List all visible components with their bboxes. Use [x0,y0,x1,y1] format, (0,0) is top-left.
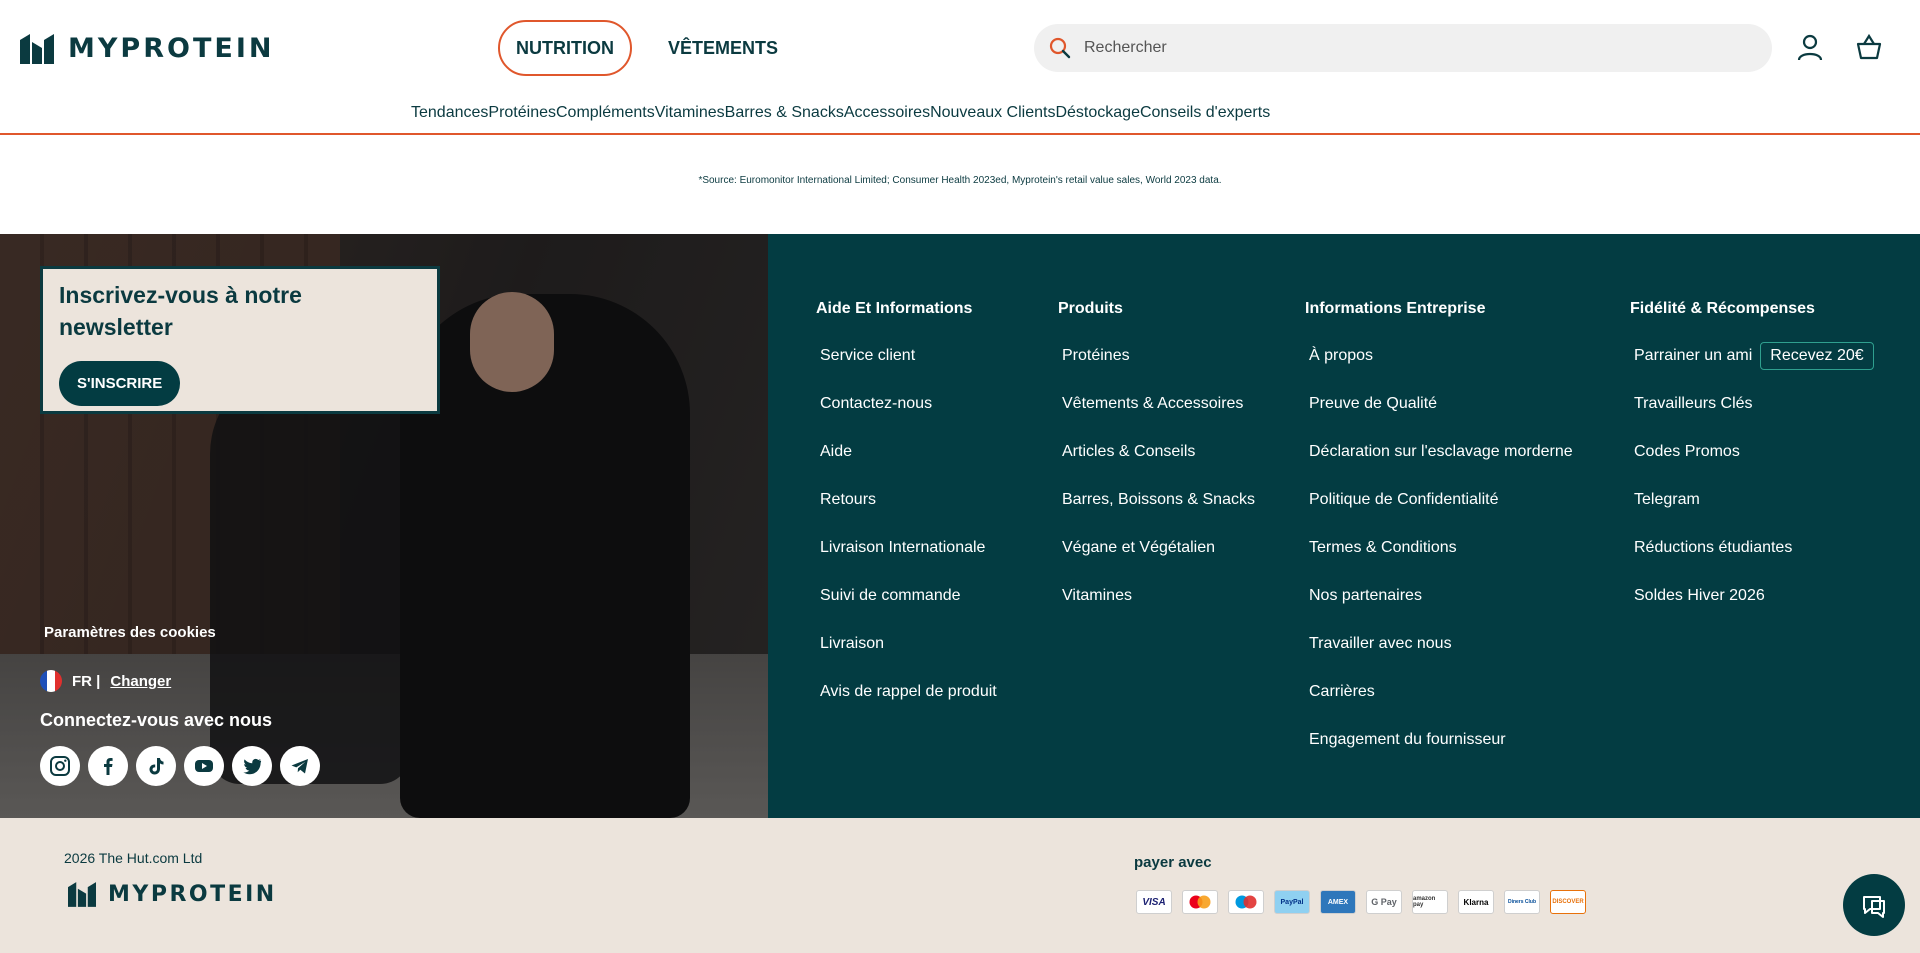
footer-link[interactable]: Végane et Végétalien [1058,524,1255,572]
site-header: MYPROTEIN NUTRITION VÊTEMENTS Tendances … [0,0,1920,135]
myprotein-logo[interactable]: MYPROTEIN [20,33,274,64]
footer-link[interactable]: Retours [816,476,997,524]
logo-mark-icon [68,882,96,907]
footer-bottom: 2026 The Hut.com Ltd MYPROTEIN payer ave… [0,818,1920,953]
footer-link[interactable]: Contactez-nous [816,380,997,428]
footer-link[interactable]: Travailler avec nous [1305,620,1573,668]
referral-badge[interactable]: Recevez 20€ [1760,342,1874,370]
footer-col-loyalty: Fidélité & Récompenses Parrainer un ami … [1630,300,1874,620]
tab-vetements[interactable]: VÊTEMENTS [650,20,796,76]
footer-link[interactable]: Protéines [1058,332,1255,380]
locale-code: FR | [72,672,101,690]
logo-text: MYPROTEIN [68,33,275,64]
nav-item-destockage[interactable]: Déstockage [1055,104,1140,122]
amazon-pay-icon: amazon pay [1412,890,1448,914]
search-icon [1049,37,1071,59]
newsletter-box: Inscrivez-vous à notre newsletter S'INSC… [40,266,440,414]
footer-col-company: Informations Entreprise À propos Preuve … [1305,300,1573,764]
payment-methods: VISA PayPal AMEX G Pay amazon pay Klarna… [1136,890,1586,914]
diners-club-icon: Diners Club [1504,890,1540,914]
chat-help-button[interactable] [1843,874,1905,936]
runners-photo: Inscrivez-vous à notre newsletter S'INSC… [0,234,768,818]
footer-link[interactable]: Telegram [1630,476,1874,524]
footer-link[interactable]: Vitamines [1058,572,1255,620]
nav-item-tendances[interactable]: Tendances [411,104,488,122]
footer-link[interactable]: Nos partenaires [1305,572,1573,620]
footer-col-title: Produits [1058,300,1123,317]
footer-link[interactable]: Codes Promos [1630,428,1874,476]
chat-icon [1863,896,1885,918]
nav-item-vitamines[interactable]: Vitamines [655,104,725,122]
footer-link[interactable]: Vêtements & Accessoires [1058,380,1255,428]
newsletter-title: Inscrivez-vous à notre newsletter [59,282,302,340]
youtube-icon[interactable] [184,746,224,786]
discover-icon: DISCOVER [1550,890,1586,914]
nav-item-proteines[interactable]: Protéines [488,104,556,122]
footer-col-title: Aide Et Informations [816,300,973,317]
tiktok-icon[interactable] [136,746,176,786]
amex-icon: AMEX [1320,890,1356,914]
top-tabs: NUTRITION VÊTEMENTS [498,20,796,76]
social-links [40,746,320,786]
nav-item-complements[interactable]: Compléments [556,104,655,122]
subscribe-button[interactable]: S'INSCRIRE [59,361,181,406]
footer-link[interactable]: Parrainer un ami [1634,347,1752,365]
france-flag-icon [40,670,62,692]
footer-col-title: Fidélité & Récompenses [1630,300,1815,317]
account-icon[interactable] [1795,32,1825,62]
footer-link-referral[interactable]: Parrainer un ami Recevez 20€ [1630,332,1874,380]
footer-link[interactable]: Articles & Conseils [1058,428,1255,476]
nav-item-conseils-experts[interactable]: Conseils d'experts [1140,104,1270,122]
basket-icon[interactable] [1854,32,1884,62]
nav-item-nouveaux-clients[interactable]: Nouveaux Clients [930,104,1055,122]
klarna-icon: Klarna [1458,890,1494,914]
footer-link[interactable]: Travailleurs Clés [1630,380,1874,428]
telegram-icon[interactable] [280,746,320,786]
footer-link[interactable]: Preuve de Qualité [1305,380,1573,428]
footer-link[interactable]: Termes & Conditions [1305,524,1573,572]
instagram-icon[interactable] [40,746,80,786]
footer-link[interactable]: Aide [816,428,997,476]
mastercard-icon [1182,890,1218,914]
footer-col-products: Produits Protéines Vêtements & Accessoir… [1058,300,1255,620]
cookie-settings-link[interactable]: Paramètres des cookies [44,624,216,641]
change-locale-link[interactable]: Changer [110,673,171,690]
copyright: 2026 The Hut.com Ltd [64,850,203,866]
footer-link[interactable]: Livraison Internationale [816,524,997,572]
footer-link[interactable]: Politique de Confidentialité [1305,476,1573,524]
footer-col-title: Informations Entreprise [1305,300,1486,317]
footer-link[interactable]: Suivi de commande [816,572,997,620]
logo-text: MYPROTEIN [108,882,277,907]
footer-link[interactable]: Engagement du fournisseur [1305,716,1573,764]
tab-nutrition[interactable]: NUTRITION [498,20,632,76]
visa-icon: VISA [1136,890,1172,914]
twitter-icon[interactable] [232,746,272,786]
footer-link[interactable]: Avis de rappel de produit [816,668,997,716]
locale-selector: FR | Changer [40,670,171,692]
footer-main: Inscrivez-vous à notre newsletter S'INSC… [0,234,1920,818]
paypal-icon: PayPal [1274,890,1310,914]
footer-link[interactable]: Réductions étudiantes [1630,524,1874,572]
footer-col-help: Aide Et Informations Service client Cont… [816,300,997,716]
maestro-icon [1228,890,1264,914]
search-input[interactable] [1084,39,1724,57]
footer-link[interactable]: À propos [1305,332,1573,380]
footer-link[interactable]: Carrières [1305,668,1573,716]
footer-logo[interactable]: MYPROTEIN [68,882,277,907]
pay-with-label: payer avec [1134,854,1212,871]
main-nav: Tendances Protéines Compléments Vitamine… [411,104,1270,122]
search-bar[interactable] [1034,24,1772,72]
facebook-icon[interactable] [88,746,128,786]
google-pay-icon: G Pay [1366,890,1402,914]
footer-link[interactable]: Livraison [816,620,997,668]
logo-mark-icon [20,33,54,64]
footer-link[interactable]: Déclaration sur l'esclavage morderne [1305,428,1573,476]
footer-link[interactable]: Barres, Boissons & Snacks [1058,476,1255,524]
connect-heading: Connectez-vous avec nous [40,710,273,730]
nav-item-accessoires[interactable]: Accessoires [844,104,930,122]
footer-link[interactable]: Service client [816,332,997,380]
nav-item-barres-snacks[interactable]: Barres & Snacks [725,104,844,122]
footer-link[interactable]: Soldes Hiver 2026 [1630,572,1874,620]
source-note: *Source: Euromonitor International Limit… [698,175,1222,186]
